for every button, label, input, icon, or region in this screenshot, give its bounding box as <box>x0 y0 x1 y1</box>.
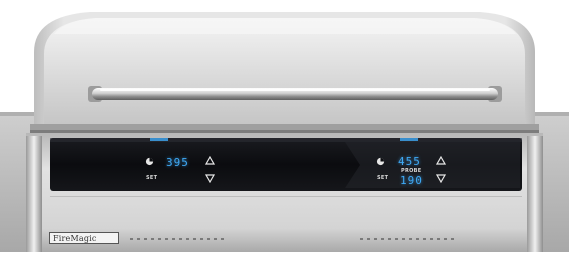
brand-logo-text: FireMagic <box>53 234 97 243</box>
timer-icon[interactable] <box>145 157 154 166</box>
right-temperature-readout: 455 <box>398 155 421 168</box>
arrow-up-icon[interactable] <box>205 156 215 165</box>
probe-temperature-readout: 190 <box>400 174 423 187</box>
arrow-down-icon[interactable] <box>436 174 446 183</box>
arrow-down-icon[interactable] <box>205 174 215 183</box>
arrow-up-icon[interactable] <box>436 156 446 165</box>
brand-logo-plate: FireMagic <box>49 232 119 244</box>
right-set-label: SET <box>377 175 389 181</box>
grill-illustration <box>0 12 569 252</box>
timer-icon[interactable] <box>376 157 385 166</box>
left-set-label: SET <box>146 175 158 181</box>
grill-scene: 395 SET 455 PROBE 190 SET FireMagic <box>0 0 569 252</box>
left-temperature-readout: 395 <box>166 156 189 169</box>
